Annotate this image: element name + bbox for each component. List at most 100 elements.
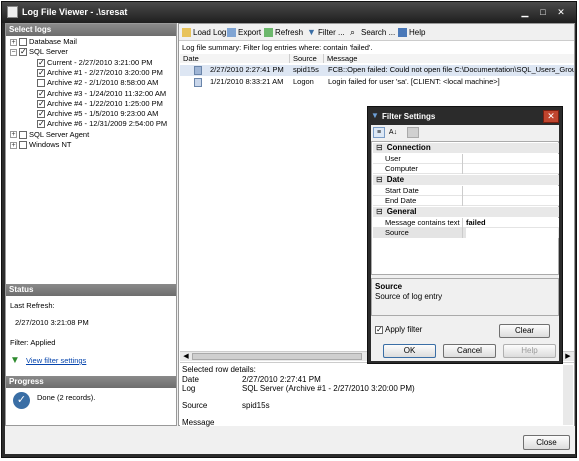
tree-item-label: Database Mail xyxy=(29,37,77,46)
tree-item-checkbox[interactable] xyxy=(37,58,45,68)
details-source-label: Source xyxy=(182,401,208,410)
tree-item[interactable]: Archive #2 - 2/1/2010 8:58:00 AM xyxy=(37,78,158,88)
tree-item[interactable]: Current - 2/27/2010 3:21:00 PM xyxy=(37,58,152,68)
tree-item-checkbox[interactable] xyxy=(37,99,45,109)
folder-icon xyxy=(182,28,191,38)
tree-item[interactable]: + SQL Server Agent xyxy=(10,130,89,140)
tree-item[interactable]: − SQL Server xyxy=(10,47,68,57)
details-log-label: Log xyxy=(182,384,196,393)
property-message-contains-value[interactable]: failed xyxy=(466,218,558,228)
tree-item[interactable]: + Database Mail xyxy=(10,37,77,47)
load-log-button[interactable]: Load Log xyxy=(182,27,226,39)
view-filter-settings-link[interactable]: View filter settings xyxy=(26,356,86,365)
scroll-left-icon[interactable]: ◀ xyxy=(181,352,191,361)
row-message: FCB::Open failed: Could not open file C:… xyxy=(328,65,574,74)
property-end-date[interactable]: End Date xyxy=(373,196,559,206)
property-start-date-value[interactable] xyxy=(466,186,558,196)
row-details-panel: Selected row details: Date 2/27/2010 2:2… xyxy=(180,362,574,427)
dialog-filter-icon: ▼ xyxy=(371,111,379,120)
expand-icon[interactable]: + xyxy=(10,131,17,139)
tree-item-label: Archive #2 - 2/1/2010 8:58:00 AM xyxy=(47,78,159,88)
property-start-date[interactable]: Start Date xyxy=(373,186,559,196)
tree-item-checkbox[interactable] xyxy=(37,119,45,129)
row-date: 1/21/2010 8:33:21 AM xyxy=(210,77,284,86)
tree-item-checkbox[interactable] xyxy=(19,47,27,57)
scroll-right-icon[interactable]: ▶ xyxy=(563,352,573,361)
apply-filter-check[interactable] xyxy=(375,325,383,334)
log-tree: + Database Mail − SQL ServerCurrent - 2/27/… xyxy=(6,37,176,287)
cancel-button[interactable]: Cancel xyxy=(443,344,496,358)
help-button[interactable]: Help xyxy=(398,27,425,39)
tree-item-checkbox[interactable] xyxy=(37,109,45,119)
table-row[interactable]: 1/21/2010 8:33:21 AM Logon Login failed … xyxy=(180,77,574,88)
search-label: Search ... xyxy=(361,28,396,37)
tree-item-label: Archive #1 - 2/27/2010 3:20:00 PM xyxy=(47,67,163,77)
tree-item-checkbox[interactable] xyxy=(37,89,45,99)
export-label: Export xyxy=(238,28,262,37)
search-button[interactable]: ⌕ Search ... xyxy=(350,27,395,39)
column-header-message[interactable]: Message xyxy=(324,54,574,63)
maximize-icon[interactable]: □ xyxy=(535,5,551,19)
property-user-value[interactable] xyxy=(466,154,558,164)
tree-item-checkbox[interactable] xyxy=(19,141,27,150)
scroll-thumb[interactable] xyxy=(192,353,362,360)
tree-item[interactable]: + Windows NT xyxy=(10,140,72,150)
title-bar[interactable]: Log File Viewer - .\sresat ▁ □ ✕ xyxy=(2,2,576,23)
minimize-icon[interactable]: ▁ xyxy=(517,5,533,19)
expand-icon[interactable]: + xyxy=(10,141,17,149)
property-message-contains[interactable]: Message contains text failed xyxy=(373,218,559,228)
last-refresh-value: 2/27/2010 3:21:08 PM xyxy=(15,318,89,327)
category-date[interactable]: ⊟ Date xyxy=(373,175,559,185)
categorized-view-icon[interactable]: ≡ xyxy=(373,127,385,138)
column-header-source[interactable]: Source xyxy=(290,54,324,63)
tree-item-checkbox[interactable] xyxy=(37,79,45,88)
tree-item[interactable]: Archive #4 - 1/22/2010 1:25:00 PM xyxy=(37,99,163,109)
tree-item[interactable]: Archive #3 - 1/24/2010 11:32:00 AM xyxy=(37,89,166,99)
filter-label: Filter ... xyxy=(318,28,345,37)
property-user[interactable]: User xyxy=(373,154,559,164)
tree-item-label: Archive #6 - 12/31/2009 2:54:00 PM xyxy=(47,119,168,129)
apply-filter-checkbox[interactable]: Apply filter xyxy=(375,325,422,334)
tree-item[interactable]: Archive #5 - 1/5/2010 9:23:00 AM xyxy=(37,109,158,119)
filter-button[interactable]: ▼ Filter ... xyxy=(307,27,345,39)
tree-item-label: SQL Server xyxy=(29,47,68,57)
column-header-date[interactable]: Date xyxy=(180,54,290,63)
table-row[interactable]: 2/27/2010 2:27:41 PM spid15s FCB::Open f… xyxy=(180,65,574,76)
category-general[interactable]: ⊟ General xyxy=(373,207,559,217)
tree-item[interactable]: Archive #1 - 2/27/2010 3:20:00 PM xyxy=(37,68,163,78)
alphabetical-sort-icon[interactable]: A↓ xyxy=(387,127,399,138)
property-message-contains-name: Message contains text xyxy=(385,218,463,228)
row-source: spid15s xyxy=(293,65,319,74)
help-icon xyxy=(398,28,407,38)
clear-button[interactable]: Clear xyxy=(499,324,550,338)
property-source-value[interactable] xyxy=(466,228,558,238)
close-button[interactable]: Close xyxy=(523,435,570,450)
collapse-icon[interactable]: − xyxy=(10,48,17,56)
dialog-help-button[interactable]: Help xyxy=(503,344,556,358)
close-icon[interactable]: ✕ xyxy=(553,5,569,19)
done-check-icon: ✓ xyxy=(13,392,30,409)
row-source: Logon xyxy=(293,77,314,86)
category-general-label: General xyxy=(386,207,417,216)
details-log-value: SQL Server (Archive #1 - 2/27/2010 3:20:… xyxy=(242,384,415,393)
tree-item-checkbox[interactable] xyxy=(19,38,27,47)
left-panel: Select logs + Database Mail − SQL ServerCur… xyxy=(5,23,177,426)
tree-item-checkbox[interactable] xyxy=(19,130,27,139)
dialog-close-icon[interactable]: ✕ xyxy=(543,110,559,123)
details-source-value: spid15s xyxy=(242,401,270,410)
property-computer-value[interactable] xyxy=(466,164,558,174)
tree-item-checkbox[interactable] xyxy=(37,68,45,78)
ok-button[interactable]: OK xyxy=(383,344,436,358)
tree-item[interactable]: Archive #6 - 12/31/2009 2:54:00 PM xyxy=(37,119,167,129)
last-refresh-label: Last Refresh: xyxy=(10,301,55,310)
property-computer[interactable]: Computer xyxy=(373,164,559,174)
export-button[interactable]: Export xyxy=(227,27,261,39)
category-connection[interactable]: ⊟ Connection xyxy=(373,143,559,153)
expand-icon[interactable]: + xyxy=(10,38,17,46)
property-source[interactable]: Source xyxy=(373,228,559,238)
details-vertical-scrollbar[interactable] xyxy=(563,365,573,425)
property-pages-icon[interactable] xyxy=(407,127,419,138)
property-end-date-value[interactable] xyxy=(466,196,558,206)
category-date-label: Date xyxy=(386,175,405,184)
refresh-button[interactable]: Refresh xyxy=(264,27,303,39)
